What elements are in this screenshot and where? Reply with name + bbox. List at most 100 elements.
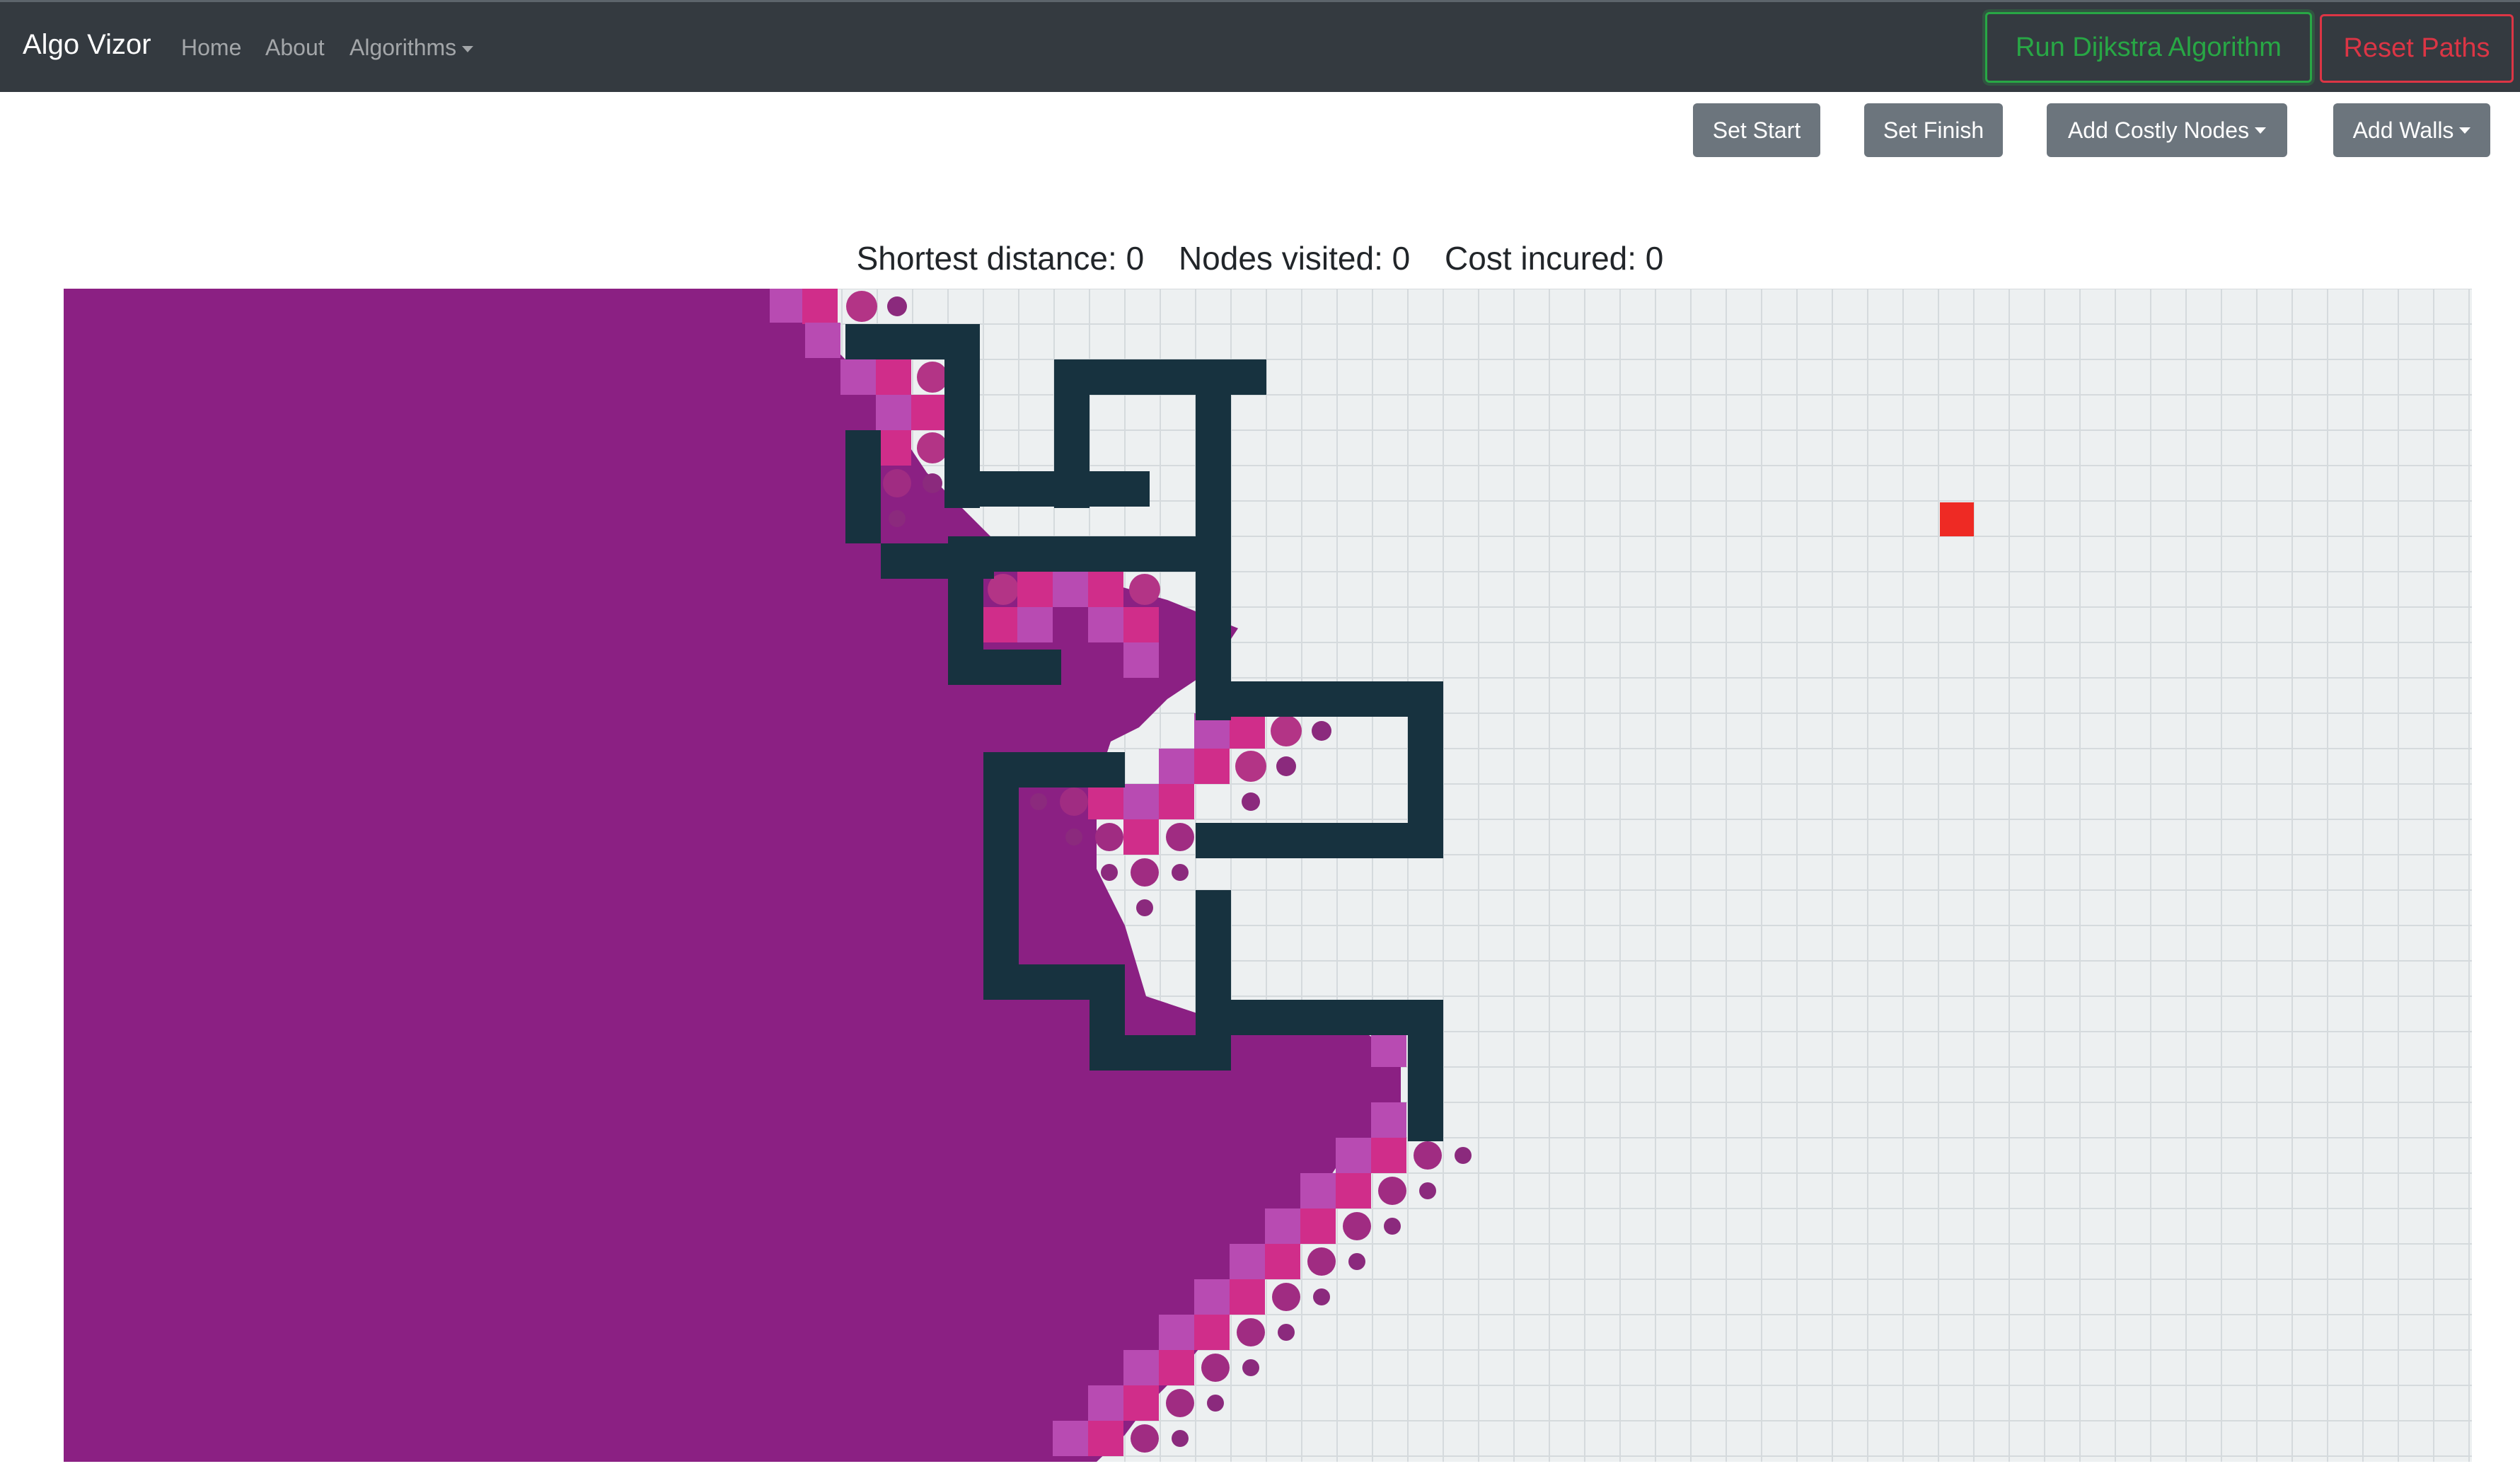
frontier-dot [1455, 1147, 1472, 1164]
frontier-dot [1271, 715, 1302, 746]
frontier-dot [1348, 1253, 1365, 1270]
frontier-dot [846, 291, 877, 322]
nodes-visited-text: Nodes visited: 0 [1178, 240, 1411, 277]
frontier-cell [876, 359, 911, 395]
frontier-cell [1123, 607, 1159, 642]
frontier-cell [1159, 749, 1194, 784]
navbar: Algo Vizor Home About Algorithms Run Dij… [0, 0, 2520, 92]
frontier-cell [1265, 1244, 1300, 1279]
frontier-cell [982, 607, 1017, 642]
frontier-cell [802, 289, 838, 324]
frontier-cell [1194, 1279, 1230, 1315]
frontier-cell [1371, 1138, 1406, 1173]
frontier-cell [1371, 1032, 1406, 1067]
frontier-dot [887, 296, 907, 316]
frontier-cell [1088, 607, 1123, 642]
wall-segment [845, 430, 881, 543]
frontier-cell [1230, 1279, 1265, 1315]
frontier-dot [1201, 1354, 1230, 1382]
wall-segment [1054, 359, 1266, 395]
shortest-distance-text: Shortest distance: 0 [856, 240, 1145, 277]
chevron-down-icon [462, 46, 474, 53]
chevron-down-icon [2459, 127, 2471, 134]
frontier-cell [1123, 819, 1159, 855]
frontier-cell [876, 430, 911, 466]
frontier-dot [1172, 1430, 1189, 1447]
set-start-button[interactable]: Set Start [1693, 103, 1820, 157]
nav-about[interactable]: About [265, 35, 325, 61]
frontier-dot [1242, 792, 1260, 811]
frontier-cell [1088, 1421, 1123, 1456]
wall-segment [948, 650, 1061, 685]
frontier-dot [1276, 756, 1296, 776]
frontier-cell [1265, 1208, 1300, 1244]
frontier-dot [1060, 788, 1088, 816]
stats-bar: Shortest distance: 0 Nodes visited: 0 Co… [0, 239, 2520, 277]
frontier-cell [1159, 1350, 1194, 1385]
frontier-dot [1136, 899, 1153, 916]
wall-segment [983, 752, 1019, 1000]
frontier-dot [1312, 721, 1331, 741]
frontier-dot [1343, 1212, 1371, 1240]
wall-segment [1196, 823, 1443, 858]
cost-incurred-text: Cost incured: 0 [1445, 240, 1664, 277]
frontier-cell [1088, 572, 1123, 607]
frontier-dot [1378, 1177, 1406, 1205]
nav-algorithms-dropdown[interactable]: Algorithms [349, 35, 474, 61]
frontier-cell [1230, 1244, 1265, 1279]
add-walls-dropdown[interactable]: Add Walls [2333, 103, 2490, 157]
wall-segment [1196, 1000, 1443, 1035]
frontier-dot [1095, 823, 1123, 851]
frontier-cell [1053, 1421, 1088, 1456]
frontier-dot [1172, 864, 1189, 881]
wall-segment [1196, 681, 1443, 717]
frontier-dot [1166, 1389, 1194, 1417]
frontier-dot [1384, 1218, 1401, 1235]
grid-board[interactable] [64, 289, 2472, 1462]
wall-segment [1196, 890, 1231, 1071]
frontier-cell [1088, 784, 1123, 819]
frontier-cell [840, 359, 876, 395]
frontier-dot [1307, 1247, 1336, 1276]
frontier-dot [917, 362, 948, 393]
frontier-dot [1419, 1182, 1436, 1199]
frontier-dot [1129, 574, 1160, 605]
frontier-cell [876, 395, 911, 430]
frontier-cell [1053, 572, 1088, 607]
run-algorithm-button[interactable]: Run Dijkstra Algorithm [1985, 12, 2312, 83]
nav-algorithms-label: Algorithms [349, 35, 457, 60]
wall-segment [1408, 1000, 1443, 1141]
frontier-cell [805, 323, 840, 358]
set-finish-button[interactable]: Set Finish [1864, 103, 2003, 157]
nav-home[interactable]: Home [181, 35, 241, 61]
frontier-cell [1017, 572, 1053, 607]
frontier-dot [1414, 1141, 1442, 1170]
add-costly-nodes-label: Add Costly Nodes [2067, 117, 2250, 143]
add-costly-nodes-dropdown[interactable]: Add Costly Nodes [2047, 103, 2287, 157]
frontier-cell [1017, 607, 1053, 642]
brand-logo[interactable]: Algo Vizor [23, 29, 151, 61]
add-walls-label: Add Walls [2352, 117, 2454, 143]
frontier-cell [911, 395, 947, 430]
wall-segment [948, 536, 1231, 572]
frontier-cell [1194, 1315, 1230, 1350]
frontier-cell [1123, 642, 1159, 678]
frontier-cell [1371, 1102, 1406, 1138]
frontier-dot [1166, 823, 1194, 851]
frontier-dot [1235, 751, 1266, 782]
frontier-cell [1300, 1208, 1336, 1244]
frontier-dot [1030, 793, 1047, 810]
frontier-dot [1237, 1318, 1265, 1346]
frontier-cell [1159, 784, 1194, 819]
finish-node[interactable] [1940, 502, 1974, 536]
frontier-cell [770, 289, 804, 323]
frontier-dot [1242, 1359, 1259, 1376]
reset-paths-button[interactable]: Reset Paths [2320, 14, 2514, 83]
grid-svg[interactable] [64, 289, 2472, 1462]
frontier-cell [1088, 1385, 1123, 1421]
frontier-dot [1065, 829, 1082, 846]
chevron-down-icon [2255, 127, 2267, 134]
frontier-cell [1123, 1350, 1159, 1385]
frontier-dot [883, 469, 911, 497]
frontier-cell [1123, 784, 1159, 819]
